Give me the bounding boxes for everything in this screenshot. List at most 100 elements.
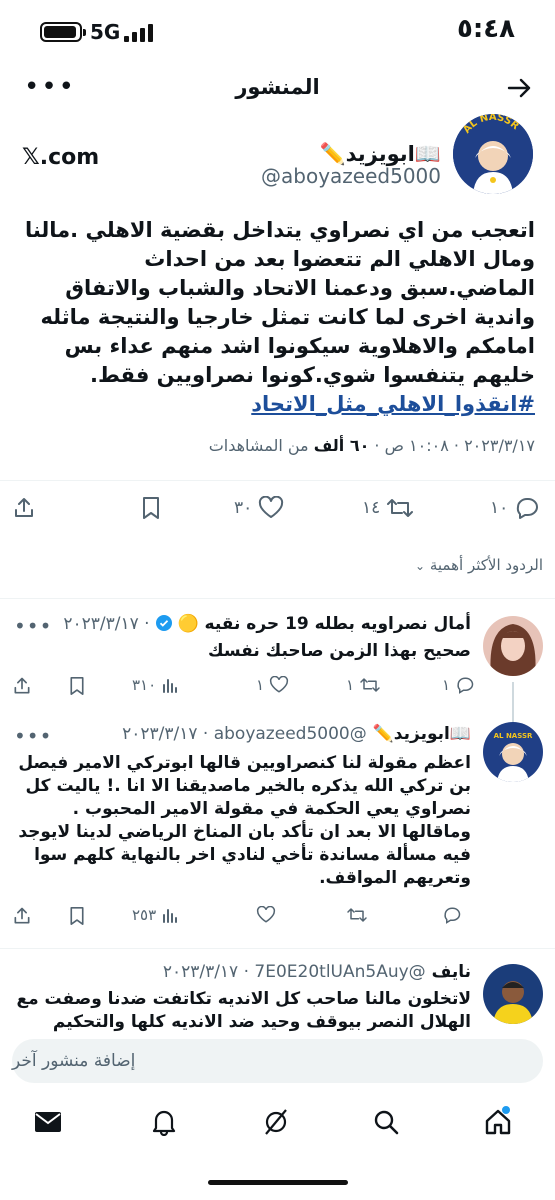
reply-avatar[interactable]	[483, 616, 543, 676]
share-icon	[14, 907, 30, 924]
reply-like-count: ١	[256, 676, 265, 694]
reply-views-count: ٣١٠	[132, 676, 157, 694]
views-icon	[163, 909, 178, 923]
reply-views-button[interactable]: ٣١٠	[132, 676, 179, 694]
battery-icon	[40, 22, 86, 42]
reply-views-button[interactable]: ٢٥٣	[132, 906, 179, 924]
signal-icon	[124, 22, 158, 42]
bottom-nav	[0, 1102, 555, 1152]
author-handle[interactable]: @aboyazeed5000	[261, 164, 441, 188]
compose-reply-input[interactable]: إضافة منشور آخر	[12, 1039, 543, 1083]
reply-text: صحيح بهذا الزمن صاحبك نفسك	[208, 641, 471, 661]
reply-header: أمال نصراويه بطله 19 حره نقيه 🟡 · ٢٠٢٣/٣…	[63, 614, 471, 634]
status-time: ٥:٤٨	[456, 14, 515, 44]
divider	[0, 598, 555, 599]
repost-button[interactable]: ١٤	[362, 496, 414, 520]
reply-button[interactable]: ١٠	[490, 496, 540, 520]
reply-share-button[interactable]	[12, 906, 32, 926]
repost-icon	[347, 908, 367, 922]
like-count: ٣٠	[234, 498, 253, 518]
sort-label: الردود الأكثر أهمية	[429, 556, 543, 574]
heart-icon	[259, 496, 284, 518]
page-title: المنشور	[235, 75, 320, 99]
bookmark-icon	[143, 497, 159, 519]
reply-date: ٢٠٢٣/٣/١٧	[63, 614, 139, 634]
search-icon	[374, 1110, 399, 1135]
divider	[0, 948, 555, 949]
views-icon	[163, 679, 178, 693]
reply-like-button[interactable]	[256, 906, 276, 924]
reply-avatar[interactable]: AL NASSR	[483, 722, 543, 782]
mail-icon	[35, 1112, 61, 1132]
reply-views-count: ٢٥٣	[132, 906, 157, 924]
bookmark-icon	[70, 676, 84, 695]
nav-search[interactable]	[366, 1102, 406, 1142]
reply-reply-button[interactable]: ١	[442, 676, 475, 694]
reply-icon	[517, 498, 539, 519]
views-label: من المشاهدات	[208, 436, 314, 455]
reply-author-name[interactable]: نايف	[432, 962, 471, 982]
verified-icon	[155, 615, 172, 631]
heart-icon	[256, 906, 276, 923]
reply-repost-button[interactable]	[346, 906, 368, 924]
nav-notifications[interactable]	[144, 1102, 184, 1142]
author-avatar[interactable]: AL NASSR	[453, 114, 533, 194]
nav-home[interactable]	[478, 1102, 518, 1142]
home-indicator	[207, 1180, 348, 1185]
reply-like-button[interactable]: ١	[256, 676, 289, 694]
reply-more-icon[interactable]: •••	[14, 724, 52, 748]
reply-icon	[444, 907, 461, 924]
post-timestamp: ٢٠٢٣/٣/١٧ · ١٠:٠٨ ص ·	[369, 436, 535, 455]
like-button[interactable]: ٣٠	[234, 496, 284, 520]
post-body: اتعجب من اي نصراوي يتداخل بقضية الاهلي .…	[24, 218, 535, 387]
reply-item: نايف @7E0E20tlUAn5Auy · ٢٠٢٣/٣/١٧ لاتخلو…	[0, 952, 555, 1032]
reply-author-name[interactable]: 📖ابويزيد✏️	[373, 724, 471, 744]
grok-icon	[265, 1109, 287, 1135]
reply-repost-button[interactable]: ١	[346, 676, 381, 694]
post-text: اتعجب من اي نصراوي يتداخل بقضية الاهلي .…	[16, 216, 535, 419]
reply-header: 📖ابويزيد✏️ @aboyazeed5000 · ٢٠٢٣/٣/١٧	[122, 724, 471, 744]
reply-share-button[interactable]	[12, 676, 32, 696]
share-icon	[15, 498, 33, 517]
reply-handle[interactable]: @7E0E20tlUAn5Auy	[254, 962, 425, 982]
reply-header: نايف @7E0E20tlUAn5Auy · ٢٠٢٣/٣/١٧	[162, 962, 471, 982]
reply-handle[interactable]: @aboyazeed5000	[214, 724, 367, 744]
x-watermark: 𝕏.com	[22, 145, 100, 170]
bookmark-button[interactable]	[140, 496, 162, 520]
reply-actions: ٢٥٣	[12, 906, 471, 936]
reply-text: اعظم مقولة لنا كنصراويين قالها ابوتركي ا…	[18, 753, 471, 888]
nav-grok[interactable]	[256, 1102, 296, 1142]
reply-count: ١٠	[490, 498, 509, 518]
repost-icon	[387, 499, 414, 517]
reply-more-icon[interactable]: •••	[14, 614, 52, 638]
reply-icon	[457, 677, 474, 694]
more-icon[interactable]: •••	[24, 72, 76, 102]
network-label: 5G	[90, 20, 121, 44]
thread-line	[512, 682, 514, 722]
reply-avatar[interactable]	[483, 964, 543, 1024]
share-button[interactable]	[12, 496, 36, 520]
chevron-down-icon: ⌄	[415, 559, 426, 573]
bookmark-icon	[70, 906, 84, 925]
views-count[interactable]: ٦٠ ألف	[314, 436, 370, 455]
reply-reply-button[interactable]	[442, 906, 462, 924]
reply-repost-count: ١	[346, 676, 355, 694]
hashtag-link[interactable]: #انقذوا_الاهلي_مثل_الاتحاد	[251, 392, 535, 416]
reply-reply-count: ١	[442, 676, 451, 694]
heart-icon	[270, 676, 289, 693]
reply-date: ٢٠٢٣/٣/١٧	[122, 724, 198, 744]
battery-level	[44, 26, 77, 38]
replies-sort-dropdown[interactable]: الردود الأكثر أهمية ⌄	[415, 556, 543, 574]
reply-author-name[interactable]: أمال نصراويه بطله 19 حره نقيه 🟡	[177, 614, 471, 634]
share-icon	[14, 677, 30, 694]
reply-text: لاتخلون مالنا صاحب كل الانديه تكاتفت ضدن…	[16, 989, 471, 1032]
post-actions: ٣٠ ١٤ ١٠	[12, 496, 543, 536]
nav-messages[interactable]	[28, 1102, 68, 1142]
reply-date: ٢٠٢٣/٣/١٧	[162, 962, 239, 982]
repost-icon	[360, 678, 380, 692]
reply-bookmark-button[interactable]	[68, 906, 86, 926]
reply-bookmark-button[interactable]	[68, 676, 86, 696]
divider	[0, 480, 555, 481]
notification-dot	[502, 1106, 510, 1114]
repost-count: ١٤	[362, 498, 381, 518]
